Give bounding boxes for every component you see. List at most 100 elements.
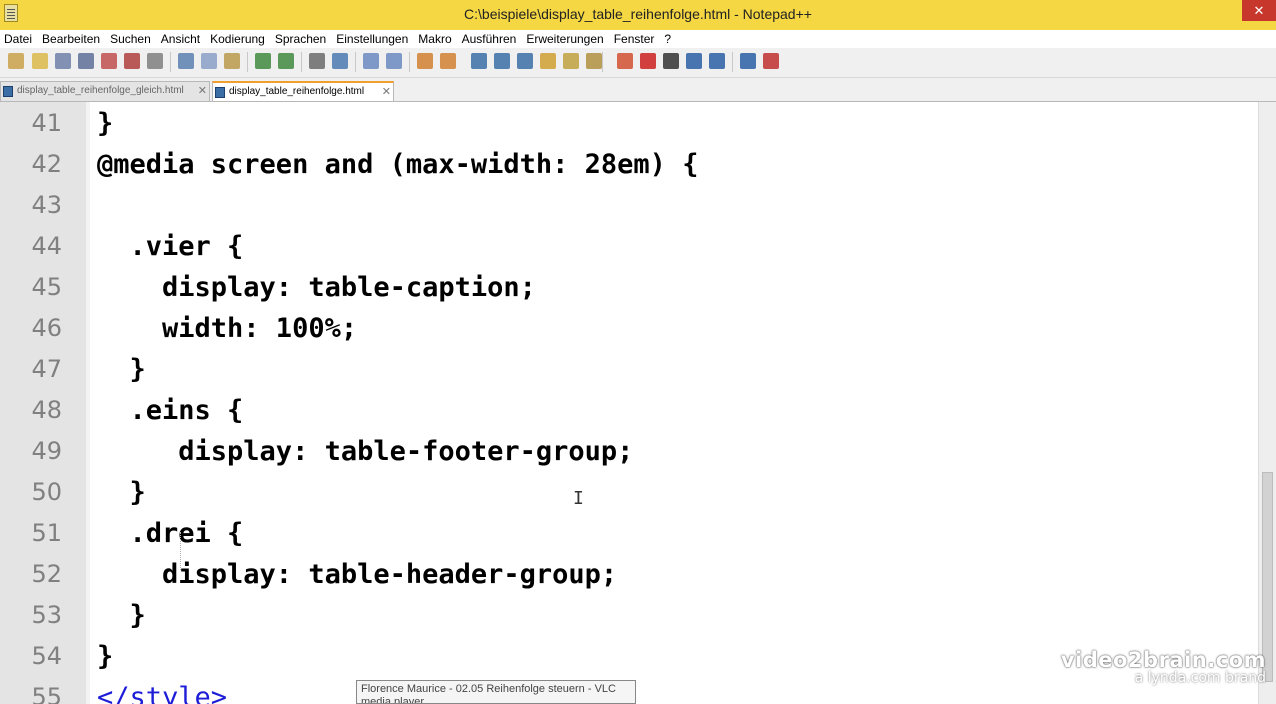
zoom-out-icon[interactable] (386, 53, 402, 69)
menu-kodierung[interactable]: Kodierung (206, 30, 269, 48)
menu-help[interactable]: ? (660, 30, 675, 48)
code-line[interactable]: 42 @media screen and (max-width: 28em) { (0, 144, 1258, 185)
copy-icon[interactable] (201, 53, 217, 69)
save-all-icon[interactable] (78, 53, 94, 69)
toolbar-separator (301, 52, 302, 72)
line-text[interactable]: .vier { (97, 226, 244, 267)
toolbar-separator (732, 52, 733, 72)
save-macro-icon[interactable] (740, 53, 756, 69)
code-line[interactable]: 48 .eins { (0, 390, 1258, 431)
doc-map-icon[interactable] (563, 53, 579, 69)
line-text[interactable]: } (97, 636, 113, 677)
line-number: 47 (31, 355, 62, 383)
replace-icon[interactable] (332, 53, 348, 69)
line-number: 45 (31, 273, 62, 301)
code-editor[interactable]: 41 } 42 @media screen and (max-width: 28… (0, 102, 1258, 704)
line-text[interactable]: </style> (97, 677, 227, 704)
line-text[interactable]: } (97, 595, 146, 636)
line-text[interactable]: width: 100%; (97, 308, 357, 349)
menu-ansicht[interactable]: Ansicht (157, 30, 204, 48)
menu-ausfuehren[interactable]: Ausführen (458, 30, 521, 48)
title-bar: C:\beispiele\display_table_reihenfolge.h… (0, 0, 1276, 30)
folder-workspace-icon[interactable] (617, 53, 633, 69)
close-icon[interactable] (101, 53, 117, 69)
tab-display-table-reihenfolge[interactable]: display_table_reihenfolge.html ✕ (212, 81, 394, 101)
code-line[interactable]: 43 (0, 185, 1258, 226)
sync-vertical-icon[interactable] (417, 53, 433, 69)
zoom-in-icon[interactable] (363, 53, 379, 69)
sync-horizontal-icon[interactable] (440, 53, 456, 69)
line-number: 49 (31, 437, 62, 465)
indent-guide (180, 532, 181, 570)
menu-fenster[interactable]: Fenster (610, 30, 659, 48)
paste-icon[interactable] (224, 53, 240, 69)
print-icon[interactable] (147, 53, 163, 69)
line-text[interactable]: display: table-footer-group; (97, 431, 633, 472)
code-line[interactable]: 50 } (0, 472, 1258, 513)
code-line[interactable]: 51 .drei { (0, 513, 1258, 554)
code-line[interactable]: 53 } (0, 595, 1258, 636)
menu-datei[interactable]: Datei (0, 30, 36, 48)
user-lang-icon[interactable] (540, 53, 556, 69)
line-number: 54 (31, 642, 62, 670)
close-window-button[interactable]: ✕ (1242, 0, 1276, 21)
spellcheck-icon[interactable] (763, 53, 779, 69)
line-text[interactable]: } (97, 472, 146, 513)
menu-bearbeiten[interactable]: Bearbeiten (38, 30, 104, 48)
save-icon[interactable] (55, 53, 71, 69)
line-number: 41 (31, 109, 62, 137)
indent-guide-icon[interactable] (517, 53, 533, 69)
html-file-icon (215, 87, 225, 98)
undo-icon[interactable] (255, 53, 271, 69)
code-line[interactable]: 49 display: table-footer-group; (0, 431, 1258, 472)
code-line[interactable]: 45 display: table-caption; (0, 267, 1258, 308)
menu-suchen[interactable]: Suchen (106, 30, 155, 48)
redo-icon[interactable] (278, 53, 294, 69)
play-macro-icon[interactable] (686, 53, 702, 69)
run-macro-multiple-icon[interactable] (709, 53, 725, 69)
line-text[interactable]: .drei { (97, 513, 244, 554)
tab-label: display_table_reihenfolge.html (229, 86, 365, 97)
toolbar-separator (247, 52, 248, 72)
show-all-chars-icon[interactable] (494, 53, 510, 69)
menu-einstellungen[interactable]: Einstellungen (332, 30, 412, 48)
code-line[interactable]: 46 width: 100%; (0, 308, 1258, 349)
menu-bar: Datei Bearbeiten Suchen Ansicht Kodierung Spr… (0, 30, 1276, 48)
open-file-icon[interactable] (32, 53, 48, 69)
find-icon[interactable] (309, 53, 325, 69)
menu-erweiterungen[interactable]: Erweiterungen (522, 30, 607, 48)
toolbar-separator (355, 52, 356, 72)
line-text[interactable]: display: table-caption; (97, 267, 536, 308)
word-wrap-icon[interactable] (471, 53, 487, 69)
tab-close-icon[interactable]: ✕ (198, 82, 207, 100)
line-text[interactable]: } (97, 103, 113, 144)
tab-display-table-reihenfolge-gleich[interactable]: display_table_reihenfolge_gleich.html ✕ (0, 81, 210, 101)
record-macro-icon[interactable] (640, 53, 656, 69)
line-text[interactable]: } (97, 349, 146, 390)
toolbar (0, 48, 1276, 78)
code-line[interactable]: 41 } (0, 103, 1258, 144)
video2brain-watermark: video2brain.com a lynda.com brand (1061, 648, 1266, 686)
line-text[interactable]: .eins { (97, 390, 244, 431)
menu-sprachen[interactable]: Sprachen (271, 30, 330, 48)
tab-bar: display_table_reihenfolge_gleich.html ✕ … (0, 78, 1276, 102)
vertical-scrollbar[interactable] (1258, 102, 1276, 704)
toolbar-separator (409, 52, 410, 72)
function-list-icon[interactable] (586, 53, 602, 69)
line-number: 44 (31, 232, 62, 260)
stop-macro-icon[interactable] (663, 53, 679, 69)
tab-close-icon[interactable]: ✕ (382, 83, 391, 101)
line-text[interactable]: display: table-header-group; (97, 554, 617, 595)
code-line[interactable]: 47 } (0, 349, 1258, 390)
line-number: 50 (31, 478, 62, 506)
code-line[interactable]: 44 .vier { (0, 226, 1258, 267)
window-title: C:\beispiele\display_table_reihenfolge.h… (464, 6, 812, 22)
code-line[interactable]: 52 display: table-header-group; (0, 554, 1258, 595)
line-text[interactable]: @media screen and (max-width: 28em) { (97, 144, 698, 185)
cut-icon[interactable] (178, 53, 194, 69)
new-file-icon[interactable] (8, 53, 24, 69)
close-all-icon[interactable] (124, 53, 140, 69)
menu-makro[interactable]: Makro (414, 30, 455, 48)
line-number: 43 (31, 191, 62, 219)
toolbar-separator (170, 52, 171, 72)
